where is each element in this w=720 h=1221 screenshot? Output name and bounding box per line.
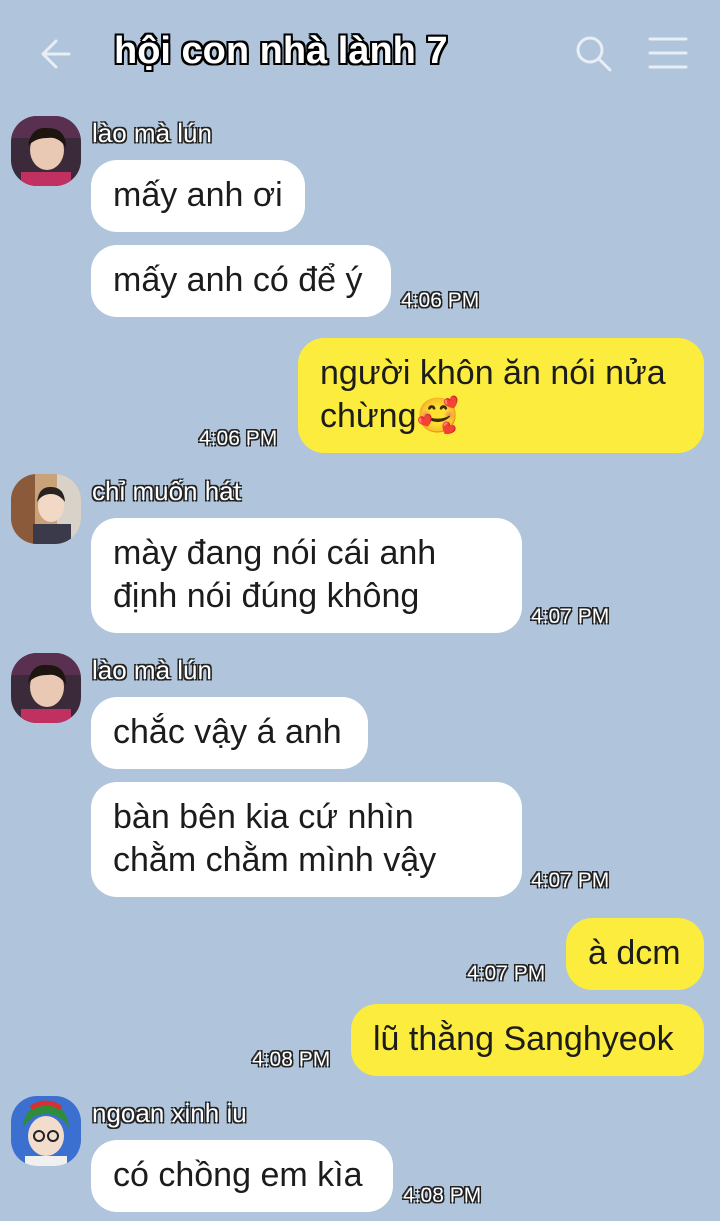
message-bubble[interactable]: mấy anh có để ý — [91, 245, 391, 317]
message-time: 4:08 PM — [403, 1184, 482, 1207]
message-time: 4:08 PM — [252, 1048, 331, 1071]
message-time: 4:07 PM — [467, 962, 546, 985]
message-time: 4:07 PM — [531, 869, 610, 892]
avatar-ngoan-xinh-iu[interactable] — [11, 1096, 81, 1166]
menu-icon[interactable] — [648, 36, 688, 70]
sender-name: lào mà lún — [92, 118, 212, 148]
message-bubble[interactable]: mày đang nói cái anh định nói đúng không — [91, 518, 522, 633]
message-bubble-own[interactable]: à dcm — [566, 918, 704, 990]
back-arrow-icon[interactable] — [36, 36, 72, 72]
message-bubble[interactable]: bàn bên kia cứ nhìn chằm chằm mình vậy — [91, 782, 522, 897]
message-bubble[interactable]: chắc vậy á anh — [91, 697, 368, 769]
search-icon[interactable] — [574, 34, 614, 74]
avatar-lao-ma-lun[interactable] — [11, 116, 81, 186]
chat-header: hội con nhà lành 7 — [0, 0, 720, 105]
message-time: 4:07 PM — [531, 605, 610, 628]
message-bubble-own[interactable]: người khôn ăn nói nửa chừng🥰 — [298, 338, 704, 453]
message-bubble-own[interactable]: lũ thằng Sanghyeok — [351, 1004, 704, 1076]
avatar-chi-muon-hat[interactable] — [11, 474, 81, 544]
avatar-lao-ma-lun[interactable] — [11, 653, 81, 723]
message-time: 4:06 PM — [199, 427, 278, 450]
chat-title: hội con nhà lành 7 — [114, 30, 448, 72]
message-bubble[interactable]: có chồng em kìa — [91, 1140, 393, 1212]
message-time: 4:06 PM — [401, 289, 480, 312]
sender-name: lào mà lún — [92, 655, 212, 685]
sender-name: ngoan xinh iu — [92, 1098, 247, 1128]
sender-name: chỉ muốn hát — [92, 476, 241, 506]
message-bubble[interactable]: mấy anh ơi — [91, 160, 305, 232]
